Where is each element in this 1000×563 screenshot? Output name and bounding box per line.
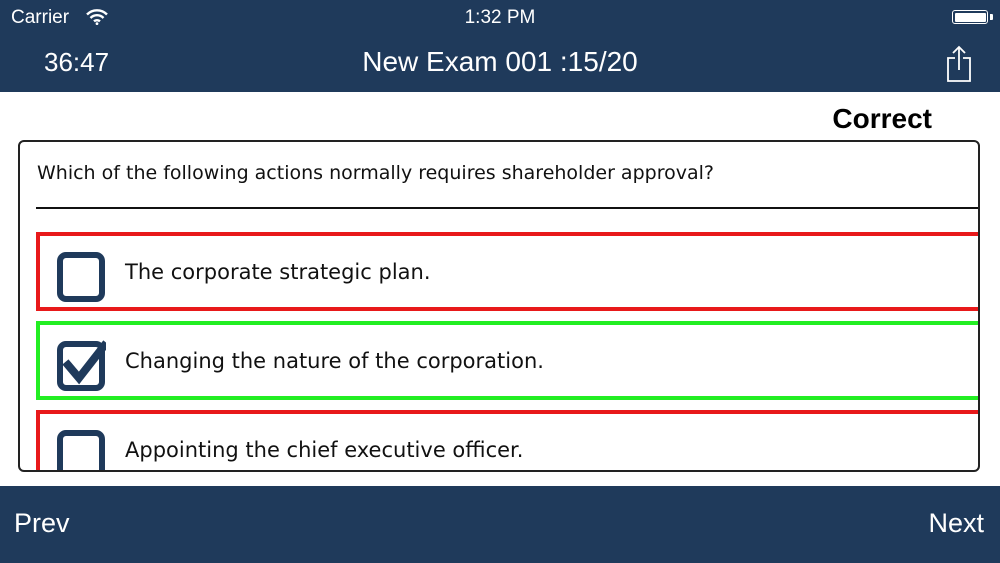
bottom-toolbar: Prev Next	[0, 486, 1000, 563]
answer-option-1[interactable]: The corporate strategic plan.	[36, 232, 978, 311]
prev-button[interactable]: Prev	[14, 508, 70, 539]
battery-icon	[952, 10, 988, 24]
answer-option-3[interactable]: Appointing the chief executive officer.	[36, 410, 978, 472]
page-title: New Exam 001 :15/20	[362, 46, 638, 77]
answer-option-label: Appointing the chief executive officer.	[125, 438, 524, 462]
answer-option-label: The corporate strategic plan.	[125, 260, 431, 284]
question-text: Which of the following actions normally …	[37, 162, 714, 184]
checkbox-unchecked-icon[interactable]	[56, 251, 106, 303]
checkbox-unchecked-icon[interactable]	[56, 429, 106, 472]
divider	[36, 207, 978, 209]
checkbox-checked-icon[interactable]	[56, 340, 106, 392]
question-card: Which of the following actions normally …	[18, 140, 980, 472]
nav-bar: 36:47 New Exam 001 :15/20	[0, 36, 1000, 92]
result-label: Correct	[832, 103, 932, 134]
answer-option-label: Changing the nature of the corporation.	[125, 349, 544, 373]
status-time: 1:32 PM	[464, 7, 536, 28]
status-bar: Carrier 1:32 PM	[0, 0, 1000, 36]
share-icon	[947, 45, 971, 82]
share-button[interactable]	[944, 44, 974, 84]
battery-tip	[990, 14, 993, 20]
next-button[interactable]: Next	[928, 508, 984, 539]
answer-option-2[interactable]: Changing the nature of the corporation.	[36, 321, 978, 400]
